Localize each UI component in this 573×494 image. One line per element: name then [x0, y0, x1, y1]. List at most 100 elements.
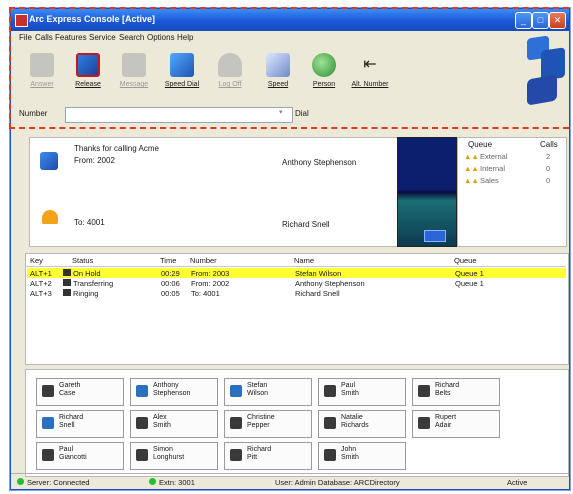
- speed-dial-panel: Gareth Case Anthony Stephenson Stefan Wi…: [25, 369, 569, 477]
- phone-icon: [418, 385, 430, 397]
- message-icon: [122, 53, 146, 77]
- speed-dial-rupert-adair[interactable]: Rupert Adair: [412, 410, 500, 438]
- phone-blue-icon: [230, 385, 242, 397]
- phone-icon: [42, 449, 54, 461]
- speed-dial-richard-belts[interactable]: Richard Belts: [412, 378, 500, 406]
- queue-header: Queue: [468, 140, 493, 149]
- speed-dial-stefan-wilson[interactable]: Stefan Wilson: [224, 378, 312, 406]
- speed-dial-name: Gareth Case: [59, 382, 81, 397]
- speed-dial-name: Rupert Adair: [435, 414, 457, 429]
- log-off-button[interactable]: Log Off: [207, 51, 253, 103]
- message-button[interactable]: Message: [111, 51, 157, 103]
- answer-icon: [30, 53, 54, 77]
- number-input[interactable]: [65, 107, 293, 123]
- activity-monitor: [397, 137, 457, 247]
- table-row[interactable]: ALT+3 Ringing 00:05 To: 4001 Richard Sne…: [27, 288, 566, 298]
- calls-table: Key Status Time Number Name Queue ALT+1 …: [25, 253, 569, 365]
- queue-name: Sales: [480, 176, 499, 185]
- speed-label: Speed: [267, 81, 289, 88]
- speed-dial-natalie-richards[interactable]: Natalie Richards: [318, 410, 406, 438]
- queue-name: External: [480, 152, 508, 161]
- connection-state: Active: [507, 478, 528, 487]
- server-status-icon: [17, 478, 24, 485]
- minimize-button[interactable]: _: [515, 12, 532, 29]
- speed-dial-john-smith[interactable]: John Smith: [318, 442, 406, 470]
- row-name: Richard Snell: [295, 289, 340, 298]
- maximize-button[interactable]: □: [532, 12, 549, 29]
- number-row: Number ▾ Dial: [19, 107, 439, 123]
- speed-dial-name: Richard Pitt: [247, 446, 272, 461]
- queue-panel: Queue Calls ▲▲ External 2 ▲▲ Internal 0 …: [457, 137, 567, 247]
- answer-button[interactable]: Answer: [19, 51, 65, 103]
- speed-dial-anthony-stephenson[interactable]: Anthony Stephenson: [130, 378, 218, 406]
- to-number: To: 4001: [74, 218, 105, 227]
- speed-dial-name: Richard Snell: [59, 414, 84, 429]
- phone-icon: [40, 152, 58, 170]
- dial-button[interactable]: Dial: [295, 109, 309, 118]
- table-row[interactable]: ALT+2 Transferring 00:06 From: 2002 Anth…: [27, 278, 566, 288]
- queue-row[interactable]: ▲▲ External 2: [462, 152, 562, 162]
- phone-blue-icon: [42, 417, 54, 429]
- phone-icon: [324, 417, 336, 429]
- speed-dial-paul-smith[interactable]: Paul Smith: [318, 378, 406, 406]
- bell-icon: [42, 210, 58, 224]
- menu-search[interactable]: Search: [119, 33, 144, 42]
- queue-calls: 0: [546, 176, 551, 185]
- to-name: Richard Snell: [282, 220, 330, 229]
- menu-options[interactable]: Options: [147, 33, 175, 42]
- phone-blue-icon: [136, 385, 148, 397]
- release-label: Release: [75, 81, 101, 88]
- speed-dial-name: Christine Pepper: [247, 414, 275, 429]
- col-number[interactable]: Number: [190, 256, 217, 265]
- alt-number-label: Alt. Number: [351, 81, 389, 88]
- col-queue[interactable]: Queue: [454, 256, 477, 265]
- message-label: Message: [119, 81, 149, 88]
- speed-dial-button[interactable]: Speed Dial: [159, 51, 205, 103]
- speed-button[interactable]: Speed: [255, 51, 301, 103]
- speed-dial-name: John Smith: [341, 446, 359, 461]
- answer-label: Answer: [30, 81, 54, 88]
- alt-number-button[interactable]: ⇤ Alt. Number: [347, 51, 393, 103]
- current-call-panel: Thanks for calling Acme From: 2002 Antho…: [29, 137, 399, 247]
- user-icon: [218, 53, 242, 77]
- queue-row[interactable]: ▲▲ Internal 0: [462, 164, 562, 174]
- col-name[interactable]: Name: [294, 256, 314, 265]
- col-status[interactable]: Status: [72, 256, 93, 265]
- release-button[interactable]: Release: [65, 51, 111, 103]
- row-time: 00:29: [161, 269, 180, 278]
- title-bar[interactable]: Arc Express Console [Active] _ □ ✕: [11, 9, 569, 31]
- row-status: On Hold: [73, 269, 101, 278]
- menu-file[interactable]: File: [19, 33, 32, 42]
- speed-dial-richard-pitt[interactable]: Richard Pitt: [224, 442, 312, 470]
- speed-dial-gareth-case[interactable]: Gareth Case: [36, 378, 124, 406]
- row-name: Stefan Wilson: [295, 269, 342, 278]
- server-status: Server: Connected: [27, 478, 90, 487]
- toolbar: Answer Release Message Speed Dial Log Of…: [11, 45, 441, 107]
- speed-dial-name: Paul Smith: [341, 382, 359, 397]
- menu-features[interactable]: Features: [55, 33, 87, 42]
- menu-service[interactable]: Service: [89, 33, 116, 42]
- chevron-down-icon[interactable]: ▾: [279, 108, 283, 116]
- table-row[interactable]: ALT+1 On Hold 00:29 From: 2003 Stefan Wi…: [27, 268, 566, 278]
- close-button[interactable]: ✕: [549, 12, 566, 29]
- speed-dial-christine-pepper[interactable]: Christine Pepper: [224, 410, 312, 438]
- person-button[interactable]: Person: [301, 51, 347, 103]
- col-key[interactable]: Key: [30, 256, 43, 265]
- col-time[interactable]: Time: [160, 256, 176, 265]
- people-icon: ▲▲: [464, 176, 479, 185]
- row-key: ALT+1: [30, 269, 52, 278]
- speed-dial-paul-giancotti[interactable]: Paul Giancotti: [36, 442, 124, 470]
- from-name: Anthony Stephenson: [282, 158, 357, 167]
- speed-dial-richard-snell[interactable]: Richard Snell: [36, 410, 124, 438]
- phone-icon: [136, 449, 148, 461]
- queue-row[interactable]: ▲▲ Sales 0: [462, 176, 562, 186]
- speed-dial-alex-smith[interactable]: Alex Smith: [130, 410, 218, 438]
- speed-dial-simon-longhurst[interactable]: Simon Longhurst: [130, 442, 218, 470]
- row-number: From: 2003: [191, 269, 230, 278]
- queue-calls: 2: [546, 152, 551, 161]
- menu-help[interactable]: Help: [177, 33, 193, 42]
- row-key: ALT+2: [30, 279, 52, 288]
- menu-calls[interactable]: Calls: [35, 33, 53, 42]
- queue-calls: 0: [546, 164, 551, 173]
- speed-dial-icon: [170, 53, 194, 77]
